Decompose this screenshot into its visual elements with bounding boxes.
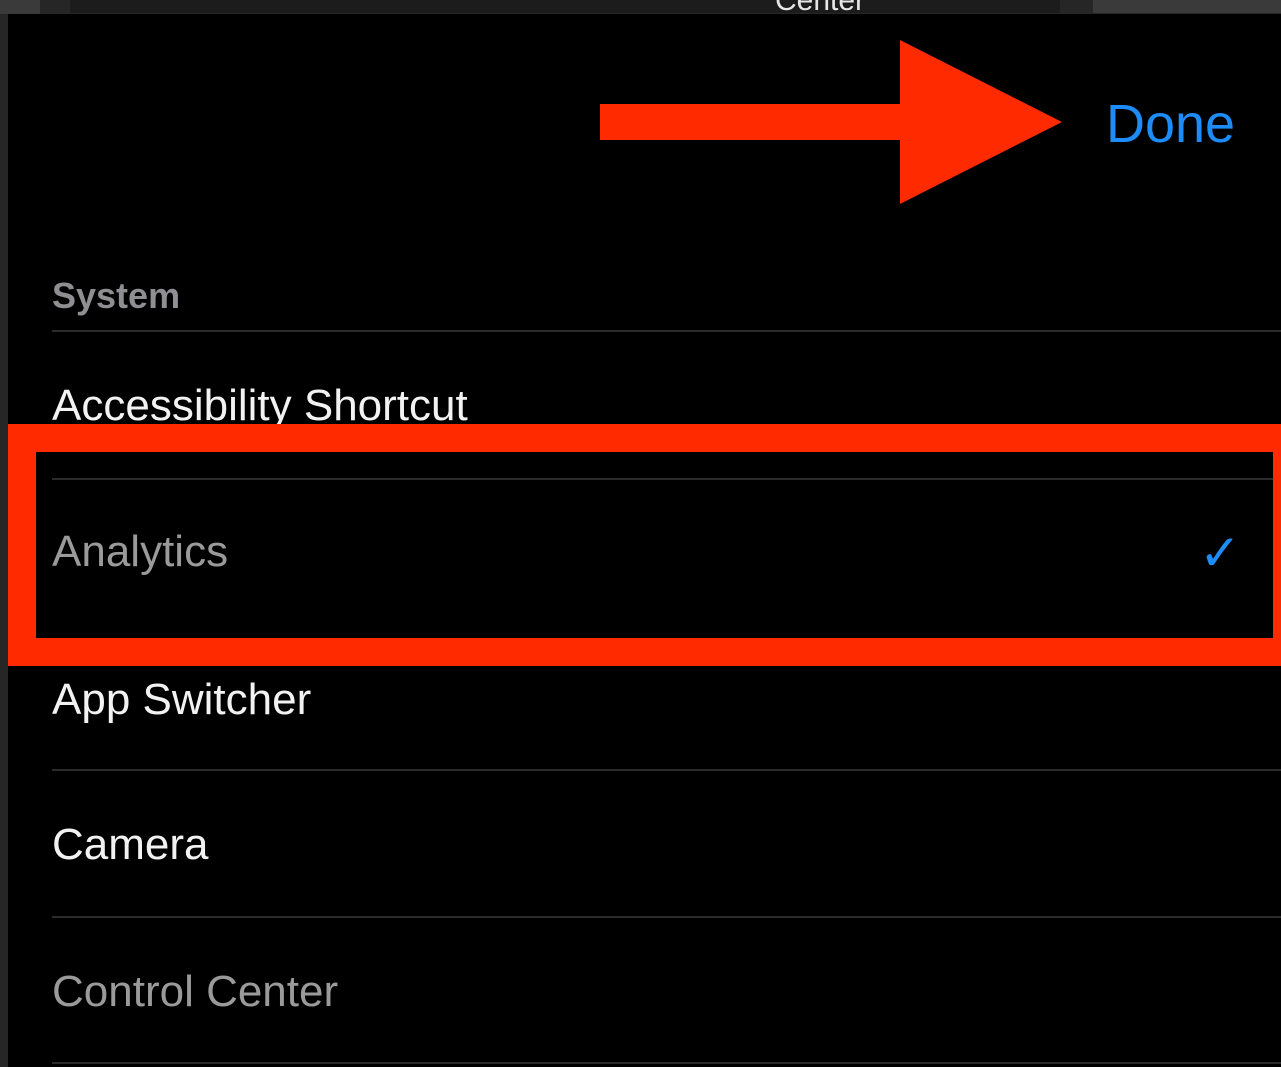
list-item-label: App Switcher [52,675,312,724]
arrow-right-icon [600,40,1062,204]
list-item-camera[interactable]: Camera [52,771,1281,917]
settings-sheet: Done System Accessibility Shortcut Analy… [8,14,1281,1067]
list-item-label: Analytics [52,527,229,576]
checkmark-icon: ✓ [1199,525,1241,581]
list-item-label: Accessibility Shortcut [52,381,468,430]
separator [52,1062,1281,1064]
list-item-app-switcher[interactable]: App Switcher [52,626,1281,772]
list-item-label: Camera [52,820,209,869]
background-edge-left [0,0,40,14]
background-edge-right [1093,0,1281,13]
done-button[interactable]: Done [1106,94,1235,154]
screenshot-frame: Center Done System Accessibility Shortcu… [0,0,1281,1067]
previous-screen-bar: Center [70,0,1060,16]
section-header-system: System [52,275,181,316]
list-item-control-center[interactable]: Control Center [52,918,1281,1064]
list-item-accessibility-shortcut[interactable]: Accessibility Shortcut [52,332,1281,478]
list-item-label: Control Center [52,967,339,1016]
list-item-analytics[interactable]: Analytics ✓ [52,480,1281,626]
